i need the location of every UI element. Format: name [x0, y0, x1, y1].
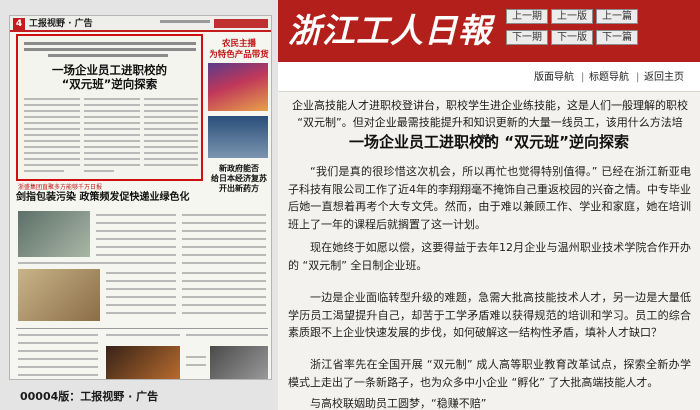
- thumbnail-date-line: [160, 20, 210, 23]
- title-nav-link[interactable]: 标题导航: [589, 72, 629, 84]
- newspaper-page-thumbnail[interactable]: 4 工报视野 · 广告 一场企业员工进职校的 “双元班”逆向探索 农民主播 为特…: [9, 15, 272, 380]
- article-paragraph: 一边是企业面临转型升级的难题，急需大批高技能技术人才，另一边是大量低学历员工渴望…: [288, 291, 691, 339]
- next-article-button[interactable]: 下一篇: [596, 30, 638, 45]
- thumbnail-photo: [106, 346, 180, 379]
- thumbnail-deck-line: [48, 54, 168, 57]
- thumbnail-photo: [18, 269, 100, 321]
- thumbnail-photo: [210, 346, 268, 379]
- article-paragraph: 浙江省率先在全国开展 “双元制” 成人高等职业教育改革试点，探索全新办学模式上走…: [288, 358, 691, 389]
- sub-navigation: 版面导航 | 标题导航 | 返回主页: [278, 62, 700, 91]
- article-paragraph: 与高校联姻助员工圆梦，“稳赚不赔”: [310, 397, 487, 410]
- thumbnail-side-headline-2: 给日本经济复苏: [211, 174, 267, 183]
- nav-separator: |: [636, 72, 640, 83]
- thumbnail-mini-masthead: [214, 19, 268, 28]
- site-header: 浙江工人日報 上一期 上一版 上一篇 下一期 下一版 下一篇: [278, 0, 700, 62]
- thumbnail-red-kicker: 浙盛集团直聚多方能够千万日报: [18, 184, 103, 191]
- next-page-button[interactable]: 下一版: [551, 30, 593, 45]
- thumbnail-header-bar: 4 工报视野 · 广告: [10, 16, 271, 32]
- thumbnail-side-headline-1: 为特色产品带货: [209, 50, 269, 60]
- page-caption: 00004版：工报视野 · 广告: [20, 390, 159, 403]
- thumbnail-side-headline-2: 开出新药方: [219, 184, 259, 193]
- masthead-logo[interactable]: 浙江工人日報: [288, 11, 492, 51]
- thumbnail-divider: [16, 328, 268, 329]
- next-issue-button[interactable]: 下一期: [506, 30, 548, 45]
- selected-article-hotspot[interactable]: 一场企业员工进职校的 “双元班”逆向探索: [16, 34, 203, 181]
- nav-separator: |: [581, 72, 585, 83]
- thumbnail-photo: [18, 211, 90, 257]
- page-thumbnail-panel: 4 工报视野 · 广告 一场企业员工进职校的 “双元班”逆向探索 农民主播 为特…: [0, 0, 278, 410]
- article-headline: 一场企业员工进职校的 “双元班”逆向探索: [349, 133, 629, 151]
- article-content: 企业高技能人才进职校登讲台，职校学生进企业练技能，这是人们一般理解的职校 “双元…: [278, 91, 700, 410]
- thumbnail-photo: [208, 116, 268, 158]
- thumbnail-article-title-line1: 一场企业员工进职校的: [52, 63, 167, 77]
- thumbnail-article-title-line2: “双元班”逆向探索: [61, 77, 158, 91]
- prev-issue-button[interactable]: 上一期: [506, 9, 548, 24]
- prev-article-button[interactable]: 上一篇: [596, 9, 638, 24]
- thumbnail-deck-line: [24, 48, 196, 51]
- thumbnail-side-headline-1: 农民主播: [221, 39, 256, 49]
- article-paragraph: 现在她终于如愿以偿，这要得益于去年12月企业与温州职业技术学院合作开办的 “双元…: [288, 241, 691, 272]
- home-link[interactable]: 返回主页: [644, 72, 684, 84]
- thumbnail-photo: [208, 63, 268, 111]
- article-paragraph: “我们是真的很珍惜这次机会，所以再忙也觉得特别值得。” 已经在浙江新亚电子科技有…: [288, 165, 691, 231]
- thumbnail-side-headline-2: 新政府能否: [219, 164, 259, 173]
- prev-page-button[interactable]: 上一版: [551, 9, 593, 24]
- thumbnail-headline-2: 剑指包装污染 政策频发促快递业绿色化: [16, 192, 190, 203]
- section-nav-link[interactable]: 版面导航: [534, 72, 574, 84]
- thumbnail-page-number: 4: [13, 18, 25, 30]
- thumbnail-section-label: 工报视野 · 广告: [29, 19, 93, 29]
- thumbnail-deck-line: [24, 42, 196, 45]
